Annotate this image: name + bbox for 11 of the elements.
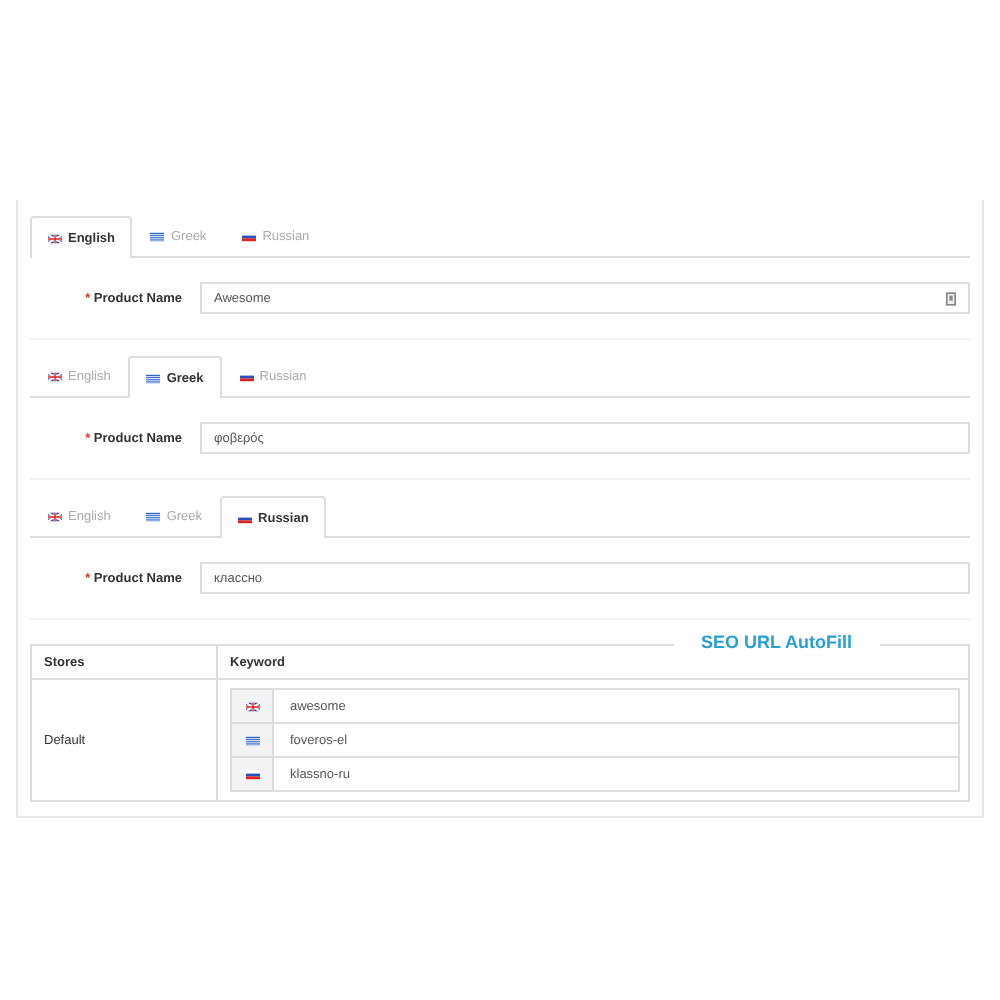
flag-icon	[242, 232, 257, 242]
flag-icon	[146, 373, 161, 383]
flag-icon	[146, 512, 161, 522]
flag-icon	[239, 372, 254, 382]
flag-icon	[150, 232, 165, 242]
flag-icon	[238, 513, 253, 523]
clipboard-icon	[946, 291, 956, 305]
flag-icon	[48, 233, 62, 243]
flag-icon	[48, 512, 62, 522]
seo-autofill-label: SEO URL AutoFill	[673, 632, 880, 652]
flag-icon	[48, 372, 62, 382]
